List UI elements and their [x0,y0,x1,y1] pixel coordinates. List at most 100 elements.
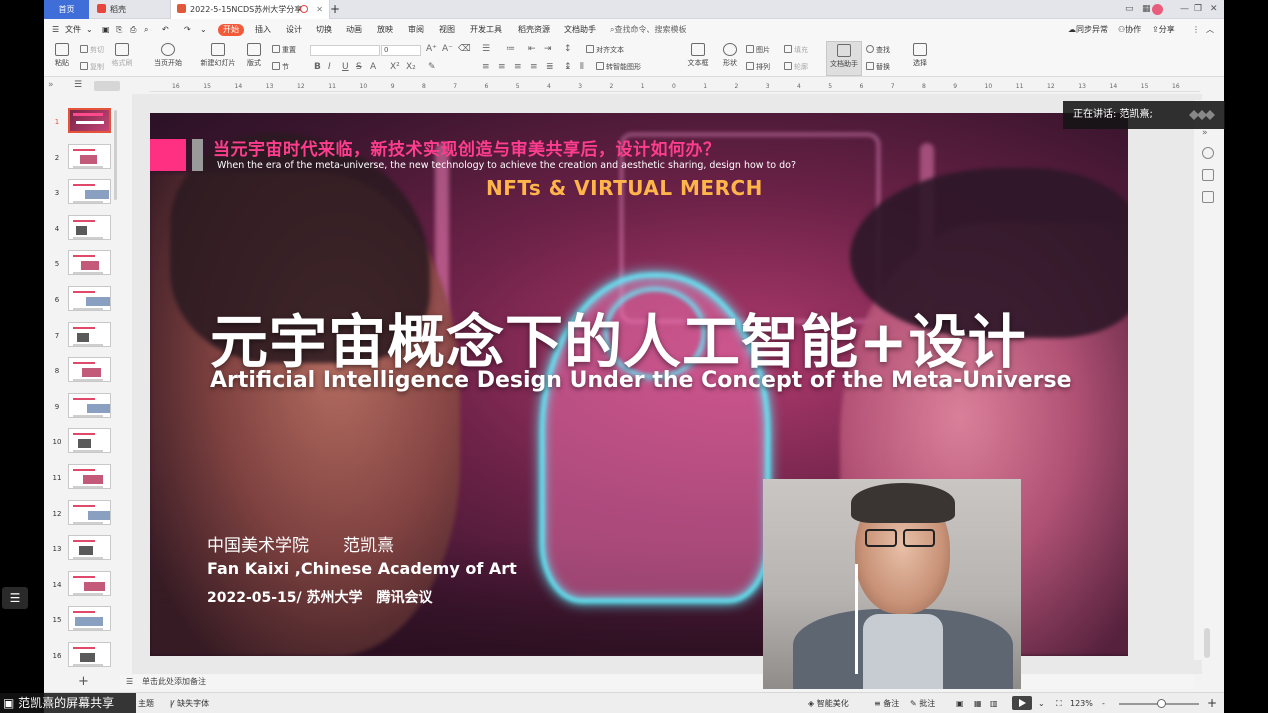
distribute-icon[interactable]: ≣ [546,62,554,72]
find-button[interactable]: 查找 [866,45,890,55]
print-icon[interactable]: ⎙ [130,19,136,41]
tab-design[interactable]: 设计 [286,19,302,41]
slide-thumbnail[interactable] [68,357,111,383]
slide-thumbnail-row[interactable]: 11 [44,462,116,494]
paste-button[interactable]: 粘贴 [44,43,82,68]
normal-view-icon[interactable]: ▣ [956,693,964,713]
font-family-select[interactable] [310,45,380,56]
underline-icon[interactable]: U [342,62,349,72]
missing-font-button[interactable]: Ꝩ 缺失字体 [170,693,209,713]
new-tab-button[interactable]: + [328,0,342,19]
section-button[interactable]: 节 [272,62,289,72]
task-pane-expand-icon[interactable]: » [1202,128,1208,138]
vertical-scrollbar[interactable] [1204,628,1210,658]
align-right-icon[interactable]: ≡ [514,62,522,72]
slide-thumbnail-row[interactable]: 12 [44,498,116,530]
list-view-icon[interactable]: ☰ [74,80,82,90]
tab-review[interactable]: 审阅 [408,19,424,41]
collapse-ribbon-icon[interactable]: ︿ [1206,19,1214,41]
reading-view-icon[interactable]: ▥ [990,693,998,713]
slide-thumbnail-row[interactable]: 5 [44,248,116,280]
meeting-list-icon[interactable]: ☰ [2,587,28,609]
slide-thumbnail-row[interactable]: 16 [44,640,116,672]
text-direction-icon[interactable]: ↕ [564,44,572,54]
notes-pane[interactable]: ☰ 单击此处添加备注 [120,675,1194,689]
theme-label[interactable]: 主题 [138,693,154,713]
increase-indent-icon[interactable]: ⇥ [544,44,552,54]
convert-smartart-button[interactable]: 转智能图形 [596,62,641,72]
fit-window-icon[interactable]: ⛶ [1056,693,1062,713]
slide-thumbnail[interactable] [68,499,111,525]
help-icon[interactable] [1202,147,1214,159]
slide-thumbnail[interactable] [68,606,111,632]
outline-button[interactable]: 轮廓 [784,62,808,72]
new-slide-button[interactable]: 新建幻灯片 [194,43,242,68]
fill-button[interactable]: 填充 [784,45,808,55]
slide-thumbnail[interactable] [68,535,111,561]
font-size-select[interactable]: 0 [381,45,421,56]
tab-developer[interactable]: 开发工具 [470,19,502,41]
numbering-icon[interactable]: ≔ [506,44,515,54]
sync-status-button[interactable]: ☁同步异常 [1068,19,1108,41]
line-spacing-icon[interactable]: ↨ [564,62,572,72]
speaker-video-feed[interactable] [763,479,1021,689]
tab-doc-helper[interactable]: 文档助手 [564,19,596,41]
select-button[interactable]: 选择 [900,43,940,68]
more-options-icon[interactable]: ⋮ [1192,19,1200,41]
minimize-icon[interactable]: — [1180,0,1189,19]
slide-thumbnail[interactable] [68,464,111,489]
slide-thumbnail-row[interactable]: 10 [44,426,116,458]
comments-button[interactable]: ✎ 批注 [910,693,935,713]
tab-daoke-resources[interactable]: 稻壳资源 [518,19,550,41]
bullets-icon[interactable]: ☰ [482,44,490,54]
format-painter-button[interactable]: 格式刷 [102,43,142,68]
more-quick-icon[interactable]: ⌄ [200,19,207,41]
decrease-indent-icon[interactable]: ⇤ [528,44,536,54]
thumbnail-view-icon[interactable] [94,81,120,91]
picture-button[interactable]: 图片 [746,45,770,55]
slide-thumbnail-row[interactable]: 8 [44,355,116,387]
slide-thumbnail[interactable] [68,321,111,347]
subscript-icon[interactable]: X₂ [406,62,416,72]
tab-daoke[interactable]: 稻壳 [91,0,169,19]
preview-icon[interactable]: ⌕ [144,19,148,41]
slide-thumbnail[interactable] [68,179,111,205]
tab-transition[interactable]: 切换 [316,19,332,41]
slide-thumbnail-row[interactable]: 3 [44,177,116,209]
smart-beautify-button[interactable]: ◈ 智能美化 [808,693,849,713]
slide-thumbnail[interactable] [68,250,111,276]
grid-view-icon[interactable]: ▦ [1142,0,1151,19]
zoom-slider-handle[interactable] [1157,699,1166,708]
tab-slideshow[interactable]: 放映 [377,19,393,41]
zoom-in-button[interactable]: + [1207,693,1217,713]
italic-icon[interactable]: I [328,62,331,72]
replace-button[interactable]: 替换 [866,62,890,72]
slide-thumbnail-row[interactable]: 2 [44,142,116,174]
window-close-icon[interactable]: ✕ [1210,0,1218,19]
shape-button[interactable]: 形状 [710,43,750,68]
play-options-icon[interactable]: ⌄ [1038,693,1045,713]
slide-thumbnail[interactable] [68,642,111,667]
slide-thumbnail-row[interactable]: 13 [44,533,116,565]
columns-icon[interactable]: ⫴ [580,62,584,72]
font-color-icon[interactable]: A [370,62,376,72]
start-from-current-button[interactable]: 当页开始 [144,43,192,68]
zoom-level[interactable]: 123% [1070,693,1093,713]
layout-toggle-icon[interactable]: ▭ [1125,0,1134,19]
slide-thumbnail[interactable] [68,108,111,133]
tab-home[interactable]: 首页 [44,0,89,19]
thumbnail-scrollbar[interactable] [114,110,117,200]
slide-thumbnail-row[interactable]: 15 [44,604,116,636]
arrange-button[interactable]: 排列 [746,62,770,72]
clear-format-icon[interactable]: ⌫ [458,44,471,54]
slide-thumbnail-row[interactable]: 14 [44,569,116,601]
slide-thumbnail-row[interactable]: 4 [44,213,116,245]
zoom-out-button[interactable]: - [1102,693,1105,713]
slide-thumbnail[interactable] [68,214,111,240]
slide-thumbnail[interactable] [68,392,111,418]
superscript-icon[interactable]: X² [390,62,400,72]
doc-helper-button[interactable]: 文档助手 [826,41,862,76]
user-avatar[interactable] [1152,4,1163,15]
layout-button[interactable]: 版式 [236,43,272,68]
align-center-icon[interactable]: ≡ [498,62,506,72]
